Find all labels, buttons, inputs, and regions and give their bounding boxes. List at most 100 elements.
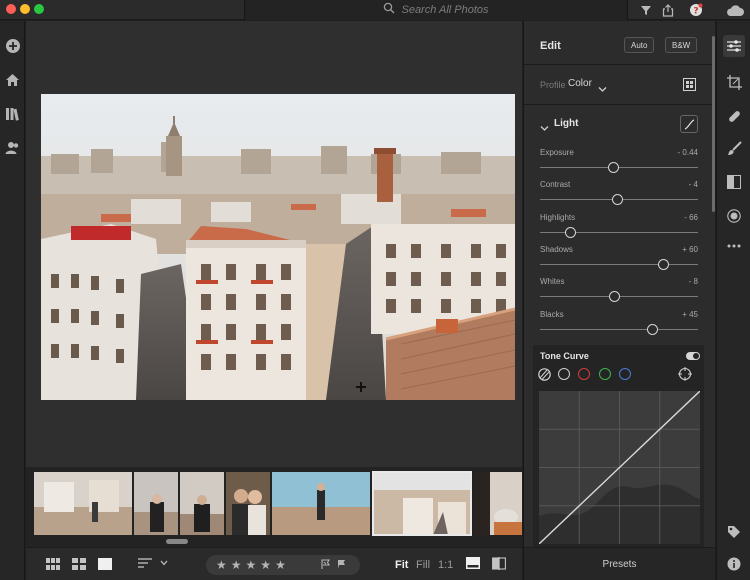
people-icon[interactable]: [4, 139, 21, 156]
slider-label: Shadows: [540, 244, 573, 254]
search-bar[interactable]: Search All Photos: [244, 0, 628, 20]
slider-track[interactable]: [540, 328, 698, 330]
tone-curve-graph[interactable]: [538, 390, 701, 545]
cloud-icon[interactable]: [724, 2, 746, 18]
slider-value[interactable]: - 8: [689, 277, 698, 286]
presets-button[interactable]: Presets: [523, 547, 715, 580]
tone-curve-toggle[interactable]: [686, 352, 700, 360]
zoom-1to1-button[interactable]: 1:1: [438, 559, 453, 571]
minimize-window-button[interactable]: [20, 4, 30, 14]
slider-value[interactable]: - 66: [684, 213, 698, 222]
right-tool-bar: [716, 21, 750, 580]
home-icon[interactable]: [4, 71, 21, 88]
point-curve-channel-icon[interactable]: [558, 368, 570, 380]
filmstrip: [26, 467, 522, 547]
chevron-down-icon[interactable]: [160, 560, 168, 566]
photo-canvas[interactable]: [26, 21, 522, 467]
slider-handle[interactable]: [607, 162, 619, 173]
profile-label: Profile: [540, 80, 566, 90]
profile-dropdown[interactable]: Color: [568, 78, 592, 89]
close-window-button[interactable]: [6, 4, 16, 14]
blue-channel-icon[interactable]: [619, 368, 631, 380]
flag-pick-icon[interactable]: [321, 556, 331, 574]
healing-icon[interactable]: [725, 107, 743, 125]
thumbnail-selected[interactable]: [372, 471, 472, 536]
slider-exposure[interactable]: Exposure - 0.44: [540, 145, 698, 177]
filter-icon[interactable]: [638, 2, 654, 18]
thumbnail[interactable]: [226, 472, 270, 535]
slider-handle[interactable]: [658, 258, 670, 270]
slider-contrast[interactable]: Contrast - 4: [540, 177, 698, 209]
info-icon[interactable]: [725, 555, 743, 573]
slider-value[interactable]: - 4: [689, 180, 698, 189]
slider-track[interactable]: [540, 167, 698, 168]
edit-panel-scrollbar[interactable]: [712, 36, 715, 212]
light-title: Light: [554, 118, 579, 129]
radial-icon[interactable]: [725, 207, 743, 225]
left-navigation-bar: [0, 21, 25, 580]
slider-handle[interactable]: [565, 226, 577, 238]
slider-handle[interactable]: [647, 323, 659, 335]
tag-icon[interactable]: [725, 523, 743, 541]
star-icon[interactable]: ★: [275, 559, 286, 571]
chevron-down-icon[interactable]: [540, 119, 549, 137]
slider-handle[interactable]: [609, 291, 621, 303]
zoom-fit-button[interactable]: Fit: [395, 559, 408, 571]
brush-icon[interactable]: [725, 139, 743, 157]
slider-label: Highlights: [540, 212, 576, 222]
star-icon[interactable]: ★: [231, 559, 242, 571]
zoom-fill-button[interactable]: Fill: [416, 559, 430, 571]
zoom-window-button[interactable]: [34, 4, 44, 14]
detail-view-icon[interactable]: [98, 558, 112, 570]
slider-label: Contrast: [540, 180, 571, 190]
slider-blacks[interactable]: Blacks + 45: [540, 307, 698, 339]
crop-icon[interactable]: [725, 73, 743, 91]
bottom-toolbar: ★ ★ ★ ★ ★ Fit Fill 1:1: [26, 547, 522, 580]
gradient-icon[interactable]: [725, 173, 743, 191]
slider-highlights[interactable]: Highlights - 66: [540, 210, 698, 242]
square-grid-icon[interactable]: [46, 558, 60, 570]
filmstrip-scrollbar[interactable]: [166, 539, 188, 544]
sliders-icon[interactable]: [723, 35, 745, 57]
slider-shadows[interactable]: Shadows + 60: [540, 242, 698, 274]
star-icon[interactable]: ★: [260, 559, 271, 571]
profile-browser-icon[interactable]: [683, 78, 696, 96]
thumbnail[interactable]: [474, 472, 522, 535]
filmstrip-toggle-icon[interactable]: [466, 557, 480, 569]
green-channel-icon[interactable]: [599, 368, 611, 380]
slider-value[interactable]: - 0.44: [678, 148, 698, 157]
star-icon[interactable]: ★: [246, 559, 257, 571]
star-icon[interactable]: ★: [216, 559, 227, 571]
more-icon[interactable]: [725, 237, 743, 255]
library-icon[interactable]: [4, 105, 21, 122]
parametric-curve-icon[interactable]: [538, 368, 551, 386]
point-curve-icon[interactable]: [680, 115, 698, 133]
main-photo[interactable]: [41, 94, 515, 400]
auto-button[interactable]: Auto: [624, 37, 655, 53]
light-section-header[interactable]: Light: [524, 105, 715, 141]
flag-reject-icon[interactable]: [337, 556, 347, 574]
slider-value[interactable]: + 60: [682, 245, 698, 254]
slider-track[interactable]: [540, 231, 698, 233]
compare-view-icon[interactable]: [492, 557, 506, 570]
bw-button[interactable]: B&W: [665, 37, 698, 53]
thumbnail[interactable]: [134, 472, 178, 535]
slider-handle[interactable]: [612, 194, 624, 206]
thumbnail[interactable]: [34, 472, 132, 535]
thumbnail[interactable]: [180, 472, 224, 535]
title-bar: Search All Photos ?: [0, 0, 750, 20]
chevron-down-icon[interactable]: [598, 80, 607, 98]
photo-grid-icon[interactable]: [72, 558, 86, 570]
svg-text:?: ?: [693, 7, 698, 17]
sort-icon[interactable]: [138, 558, 152, 568]
share-icon[interactable]: [660, 2, 676, 18]
thumbnail[interactable]: [272, 472, 370, 535]
add-icon[interactable]: [4, 37, 21, 54]
slider-whites[interactable]: Whites - 8: [540, 274, 698, 306]
slider-track[interactable]: [540, 263, 698, 265]
red-channel-icon[interactable]: [578, 368, 590, 380]
slider-label: Whites: [540, 277, 565, 287]
target-adjust-icon[interactable]: [678, 367, 692, 386]
help-icon[interactable]: ?: [688, 2, 704, 18]
slider-value[interactable]: + 45: [682, 310, 698, 319]
